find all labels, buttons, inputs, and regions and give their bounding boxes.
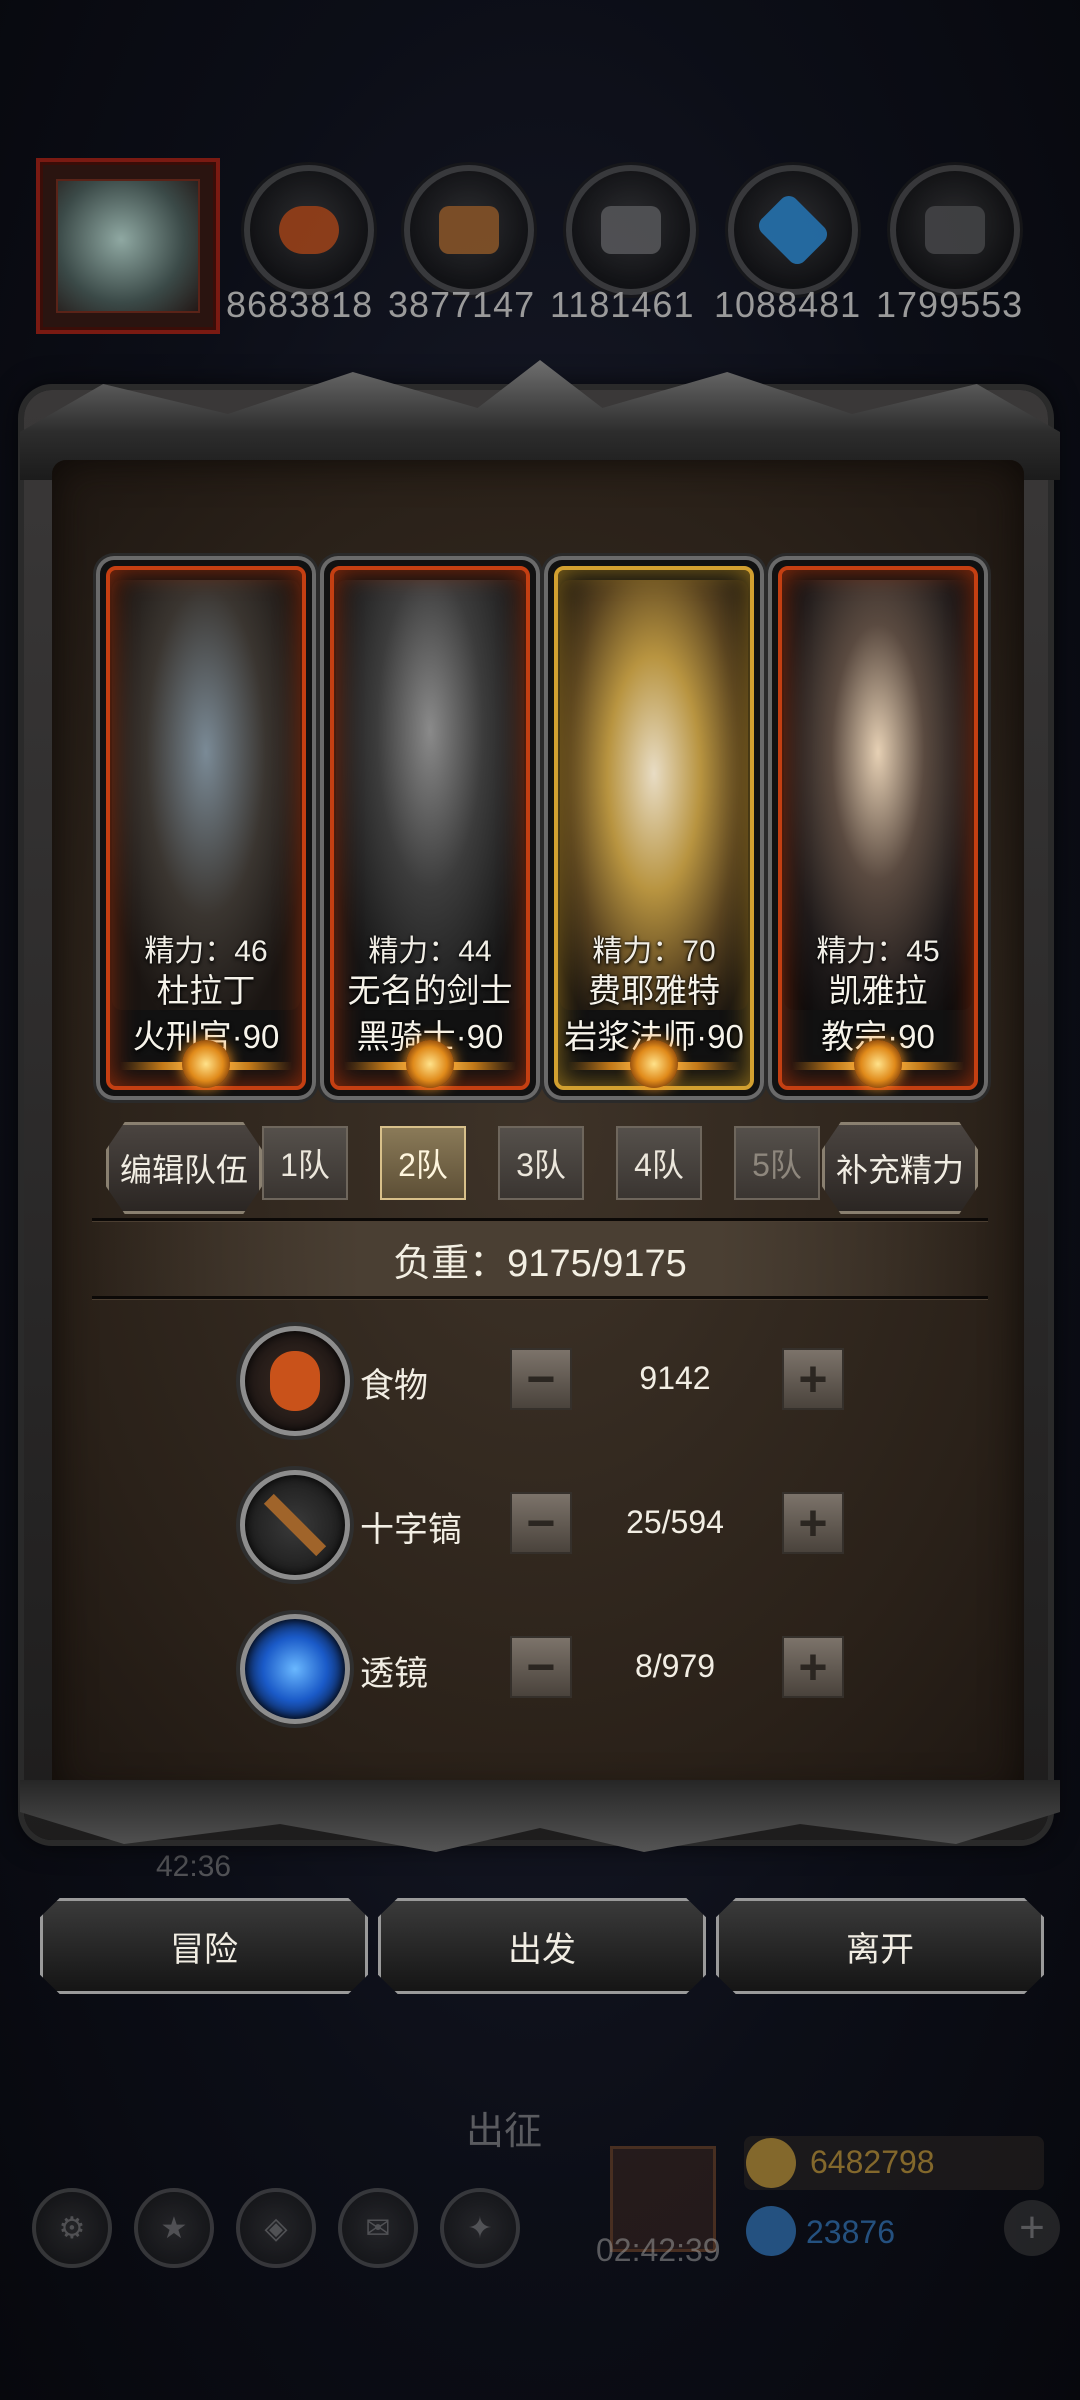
supply-label: 食物: [360, 1367, 428, 1405]
hero-card[interactable]: 精力：44 无名的剑士 黑骑士·90: [324, 560, 536, 1096]
background-timer: 42:36: [156, 1850, 232, 1883]
tab-team-2[interactable]: 2队: [380, 1126, 466, 1200]
hero-name: 凯雅拉: [828, 972, 928, 1009]
emblem-icon[interactable]: ◈: [236, 2188, 316, 2268]
decrease-button[interactable]: −: [510, 1348, 572, 1410]
expedition-label[interactable]: 出征: [466, 2100, 542, 2155]
refill-stamina-button[interactable]: 补充精力: [822, 1122, 978, 1214]
lens-icon: [240, 1614, 350, 1724]
divider: [92, 1218, 988, 1221]
stone-resource-icon: [890, 165, 1020, 295]
gem-amount: 23876: [806, 2214, 895, 2250]
edit-team-button[interactable]: 编辑队伍: [106, 1122, 262, 1214]
dragon-avatar-icon: [56, 179, 200, 313]
divider: [92, 1296, 988, 1299]
food-icon: [240, 1326, 350, 1436]
gold-coin-icon: [746, 2138, 796, 2188]
wood-resource-value: 3877147: [388, 284, 536, 325]
supply-label: 十字镐: [360, 1511, 462, 1549]
tab-team-5[interactable]: 5队: [734, 1126, 820, 1200]
sun-emblem-icon: [854, 1040, 902, 1088]
weight-capacity: 负重：9175/9175: [92, 1222, 988, 1296]
supply-value: 25/594: [626, 1504, 724, 1540]
tab-team-3[interactable]: 3队: [498, 1126, 584, 1200]
supply-label: 透镜: [360, 1655, 428, 1693]
wood-resource-icon: [404, 165, 534, 295]
increase-button[interactable]: +: [782, 1492, 844, 1554]
increase-button[interactable]: +: [782, 1636, 844, 1698]
sun-emblem-icon: [182, 1040, 230, 1088]
iron-resource-icon: [566, 165, 696, 295]
adventure-button[interactable]: 冒险: [40, 1898, 368, 1994]
hero-card[interactable]: 精力：70 费耶雅特 岩浆法师·90: [548, 560, 760, 1096]
supply-value: 8/979: [634, 1648, 716, 1684]
depart-button[interactable]: 出发: [378, 1898, 706, 1994]
hero-name: 无名的剑士: [347, 972, 513, 1009]
food-resource-value: 8683818: [226, 284, 374, 325]
gold-amount: 6482798: [810, 2144, 935, 2180]
panel-bottom-ornament: [20, 1780, 1060, 1852]
decrease-button[interactable]: −: [510, 1492, 572, 1554]
iron-resource-value: 1181461: [550, 284, 695, 325]
mail-icon[interactable]: ✉: [338, 2188, 418, 2268]
food-resource-icon: [244, 165, 374, 295]
tab-team-4[interactable]: 4队: [616, 1126, 702, 1200]
add-gems-icon[interactable]: +: [1004, 2200, 1060, 2256]
crystal-resource-icon: [728, 165, 858, 295]
pickaxe-icon: [240, 1470, 350, 1580]
stone-resource-value: 1799553: [876, 284, 1024, 325]
sun-emblem-icon: [630, 1040, 678, 1088]
supply-value: 9142: [639, 1360, 711, 1396]
leave-button[interactable]: 离开: [716, 1898, 1044, 1994]
settings-icon[interactable]: ⚙: [32, 2188, 112, 2268]
gift-icon[interactable]: ✦: [440, 2188, 520, 2268]
countdown-timer: 02:42:39: [596, 2232, 721, 2268]
hero-name: 费耶雅特: [588, 972, 720, 1009]
sun-emblem-icon: [406, 1040, 454, 1088]
hero-name: 杜拉丁: [156, 972, 256, 1009]
crystal-resource-value: 1088481: [714, 284, 862, 325]
hero-card[interactable]: 精力：45 凯雅拉 教宗·90: [772, 560, 984, 1096]
decrease-button[interactable]: −: [510, 1636, 572, 1698]
player-avatar-frame[interactable]: [36, 158, 220, 334]
gem-icon: [746, 2206, 796, 2256]
hero-card[interactable]: 精力：46 杜拉丁 火刑官·90: [100, 560, 312, 1096]
star-icon[interactable]: ★: [134, 2188, 214, 2268]
increase-button[interactable]: +: [782, 1348, 844, 1410]
tab-team-1[interactable]: 1队: [262, 1126, 348, 1200]
